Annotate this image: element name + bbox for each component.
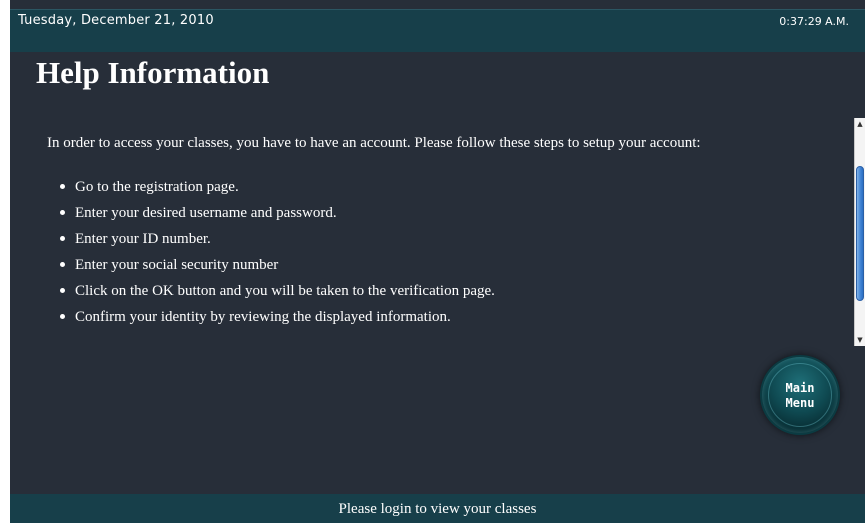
page-title: Help Information [36, 55, 270, 90]
content-scrollbar[interactable]: ▲ ▼ [854, 118, 865, 346]
status-bar: Please login to view your classes [10, 494, 865, 523]
help-steps-list: Go to the registration page. Enter your … [60, 174, 495, 330]
scroll-down-arrow-icon[interactable]: ▼ [855, 334, 865, 346]
top-bar: Tuesday, December 21, 2010 0:37:29 A.M. [10, 9, 865, 52]
login-status-text: Please login to view your classes [338, 501, 537, 517]
main-menu-button[interactable]: Main Menu [762, 357, 838, 433]
current-date: Tuesday, December 21, 2010 [18, 13, 214, 28]
help-step: Enter your desired username and password… [60, 200, 495, 226]
scroll-up-arrow-icon[interactable]: ▲ [855, 118, 865, 130]
help-step: Click on the OK button and you will be t… [60, 278, 495, 304]
main-menu-label: Main Menu [785, 381, 815, 410]
help-step: Enter your social security number [60, 252, 495, 278]
help-intro-text: In order to access your classes, you hav… [47, 135, 701, 151]
scrollbar-thumb[interactable] [856, 166, 864, 301]
help-step: Go to the registration page. [60, 174, 495, 200]
current-time: 0:37:29 A.M. [779, 15, 849, 28]
help-step: Confirm your identity by reviewing the d… [60, 304, 495, 330]
help-step: Enter your ID number. [60, 226, 495, 252]
kiosk-screen: Tuesday, December 21, 2010 0:37:29 A.M. … [10, 0, 865, 523]
